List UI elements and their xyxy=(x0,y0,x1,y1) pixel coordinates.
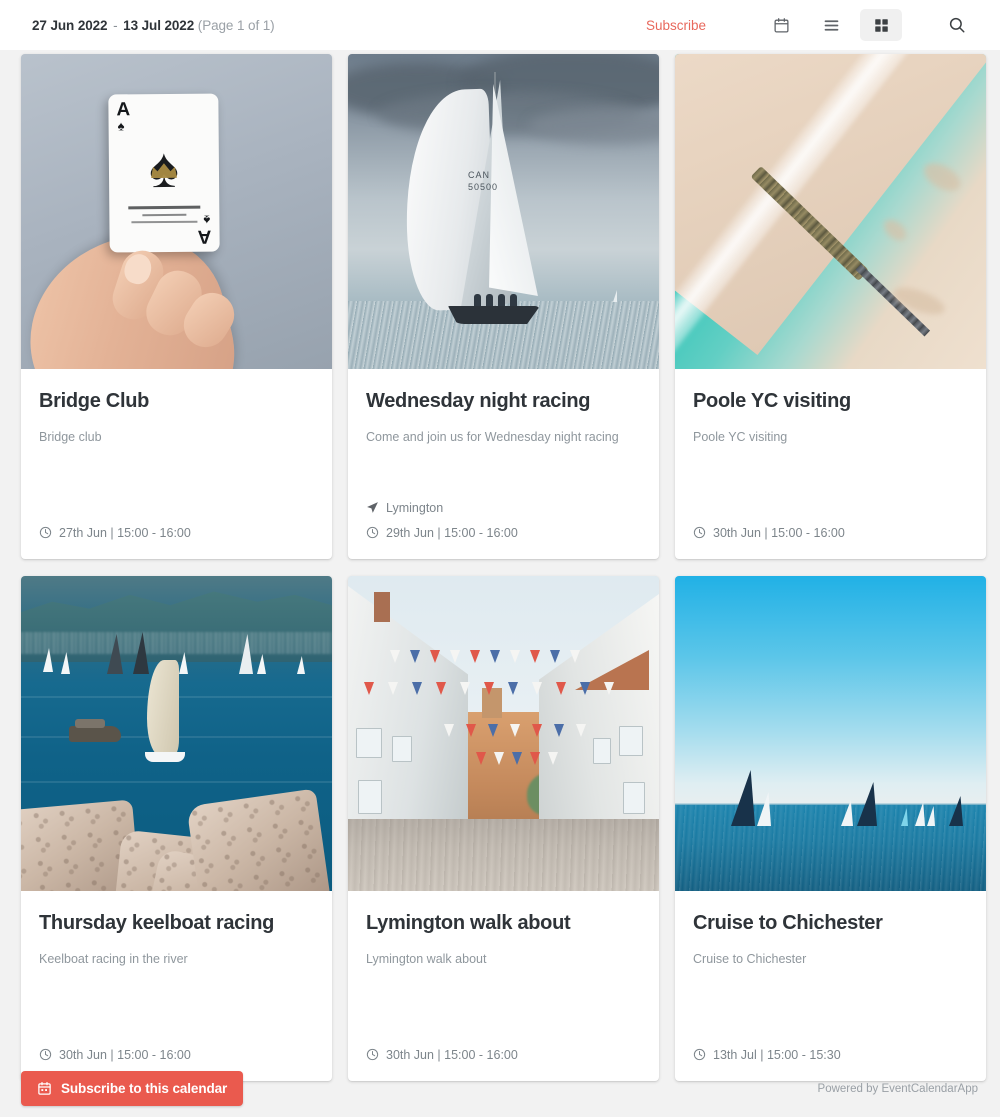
event-title: Lymington walk about xyxy=(366,912,571,934)
event-image xyxy=(675,576,986,891)
event-description: Bridge club xyxy=(39,430,102,444)
search-button[interactable] xyxy=(936,9,978,41)
grid-icon xyxy=(874,18,889,33)
search-icon xyxy=(948,16,966,34)
clock-icon xyxy=(39,526,52,539)
top-toolbar: 27 Jun 2022 - 13 Jul 2022 (Page 1 of 1) … xyxy=(0,0,1000,50)
event-description: Lymington walk about xyxy=(366,952,487,966)
powered-by-label: Powered by EventCalendarApp xyxy=(817,1082,978,1095)
event-image: CAN 50500 xyxy=(348,54,659,369)
event-meta: 27th Jun | 15:00 - 16:00 xyxy=(39,520,314,559)
event-card[interactable]: Thursday keelboat racing Keelboat racing… xyxy=(21,576,332,1081)
event-image: A ♠ ♠ A ♠ xyxy=(21,54,332,369)
event-description: Poole YC visiting xyxy=(693,430,788,444)
date-range-separator: - xyxy=(113,17,118,33)
event-card-body: Poole YC visiting Poole YC visiting 30th… xyxy=(675,369,986,559)
event-image xyxy=(348,576,659,891)
location-icon xyxy=(366,501,379,514)
event-card-body: Lymington walk about Lymington walk abou… xyxy=(348,891,659,1081)
event-card[interactable]: CAN 50500 Wednesday night racing Come an… xyxy=(348,54,659,559)
event-datetime-row: 29th Jun | 15:00 - 16:00 xyxy=(366,520,641,545)
event-card-body: Cruise to Chichester Cruise to Chicheste… xyxy=(675,891,986,1081)
event-meta: Lymington 29th Jun | 15:00 - 16:00 xyxy=(366,495,641,559)
event-title: Wednesday night racing xyxy=(366,390,591,412)
event-description: Keelboat racing in the river xyxy=(39,952,188,966)
list-icon xyxy=(823,17,840,34)
page-indicator: (Page 1 of 1) xyxy=(197,17,275,33)
event-image xyxy=(675,54,986,369)
event-grid: A ♠ ♠ A ♠ Brid xyxy=(0,50,1000,1081)
calendar-icon xyxy=(773,17,790,34)
date-range-end: 13 Jul 2022 xyxy=(123,17,195,33)
event-meta: 30th Jun | 15:00 - 16:00 xyxy=(693,520,968,559)
event-datetime-row: 27th Jun | 15:00 - 16:00 xyxy=(39,520,314,545)
event-title: Cruise to Chichester xyxy=(693,912,883,934)
footer-bar: Subscribe to this calendar Powered by Ev… xyxy=(0,1060,1000,1117)
event-card[interactable]: Cruise to Chichester Cruise to Chicheste… xyxy=(675,576,986,1081)
subscribe-button-label: Subscribe to this calendar xyxy=(61,1081,228,1096)
event-datetime: 27th Jun | 15:00 - 16:00 xyxy=(59,525,191,540)
event-description: Come and join us for Wednesday night rac… xyxy=(366,430,619,444)
event-datetime-row: 30th Jun | 15:00 - 16:00 xyxy=(693,520,968,545)
event-card-body: Bridge Club Bridge club 27th Jun | 15:00… xyxy=(21,369,332,559)
subscribe-to-calendar-button[interactable]: Subscribe to this calendar xyxy=(21,1071,244,1106)
clock-icon xyxy=(693,526,706,539)
event-card[interactable]: A ♠ ♠ A ♠ Brid xyxy=(21,54,332,559)
calendar-icon xyxy=(37,1081,52,1096)
date-range-start: 27 Jun 2022 xyxy=(32,17,108,33)
event-datetime: 30th Jun | 15:00 - 16:00 xyxy=(713,525,845,540)
event-card-body: Wednesday night racing Come and join us … xyxy=(348,369,659,559)
event-card[interactable]: Poole YC visiting Poole YC visiting 30th… xyxy=(675,54,986,559)
event-image xyxy=(21,576,332,891)
event-datetime: 29th Jun | 15:00 - 16:00 xyxy=(386,525,518,540)
event-description: Cruise to Chichester xyxy=(693,952,807,966)
date-range-label: 27 Jun 2022 - 13 Jul 2022 (Page 1 of 1) xyxy=(32,18,275,33)
clock-icon xyxy=(366,526,379,539)
event-location: Lymington xyxy=(386,500,444,515)
event-card-body: Thursday keelboat racing Keelboat racing… xyxy=(21,891,332,1081)
grid-view-button[interactable] xyxy=(860,9,902,41)
event-title: Bridge Club xyxy=(39,390,150,412)
event-calendar-app: 27 Jun 2022 - 13 Jul 2022 (Page 1 of 1) … xyxy=(0,0,1000,1117)
list-view-button[interactable] xyxy=(810,9,852,41)
toolbar-actions: Subscribe xyxy=(646,9,978,41)
event-location-row: Lymington xyxy=(366,495,641,520)
calendar-view-button[interactable] xyxy=(760,9,802,41)
subscribe-link[interactable]: Subscribe xyxy=(646,18,706,33)
event-title: Thursday keelboat racing xyxy=(39,912,275,934)
event-card[interactable]: Lymington walk about Lymington walk abou… xyxy=(348,576,659,1081)
event-title: Poole YC visiting xyxy=(693,390,851,412)
